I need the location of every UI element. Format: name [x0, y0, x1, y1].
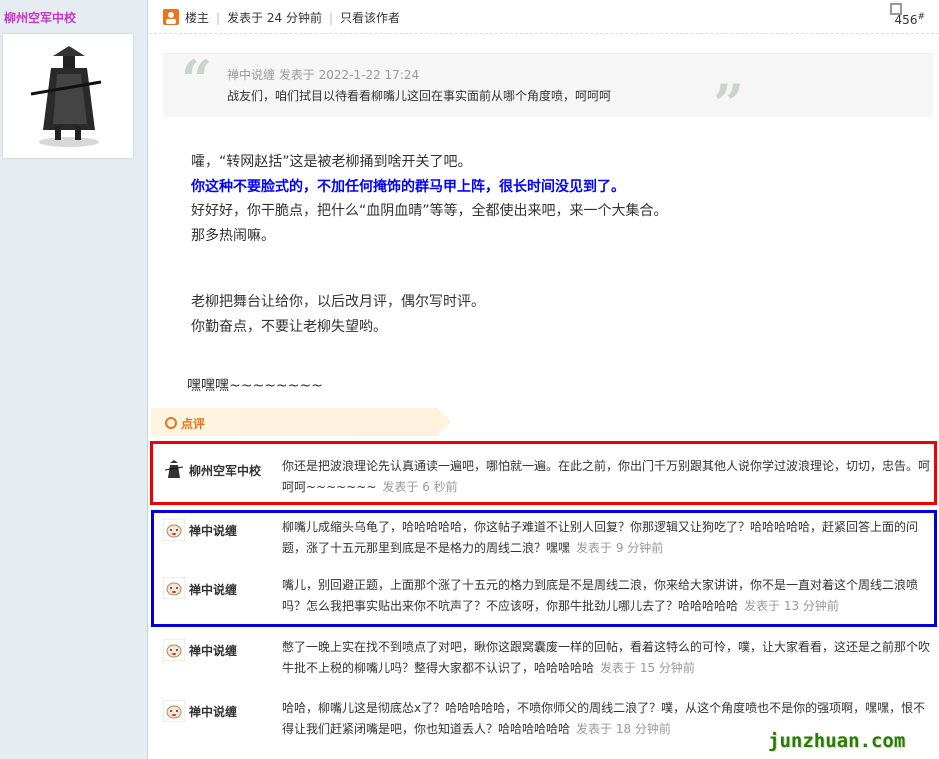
post-main: 楼主 | 发表于 24 分钟前 | 只看该作者 456# “ 禅中说缠 发表于 2022…	[149, 0, 939, 759]
louzhu-label: 楼主	[185, 11, 210, 25]
comment-avatar[interactable]	[162, 638, 186, 662]
site-watermark: junzhuan.com	[768, 730, 906, 752]
dianping-label: 点评	[181, 417, 206, 431]
author-only-link[interactable]: 只看该作者	[340, 11, 400, 25]
samurai-avatar-image	[3, 34, 133, 158]
comment-author-link[interactable]: 禅中说缠	[189, 642, 237, 659]
post-content: 嚯，“转网赵括”这是被老柳捅到啥开关了吧。 你这种不要脸式的，不加任何掩饰的群马…	[191, 150, 668, 339]
author-name-link[interactable]: 柳州空军中校	[4, 9, 76, 26]
red-highlight-box	[150, 441, 937, 505]
quote-block: “ 禅中说缠 发表于 2022-1-22 17:24 战友们，咱们拭目以待看看柳…	[163, 48, 933, 134]
louzhu-icon	[163, 9, 179, 25]
content-line: 嚯，“转网赵括”这是被老柳捅到啥开关了吧。	[191, 154, 472, 170]
content-line: 那多热闹嘛。	[191, 227, 275, 244]
content-line: 好好好，你干脆点，把什么“血阴血晴”等等，全都使出来吧，来一个大集合。	[191, 203, 668, 219]
comment-author-link[interactable]: 禅中说缠	[189, 703, 237, 720]
author-sidebar: 柳州空军中校	[0, 0, 148, 759]
quote-open-icon: “	[181, 48, 213, 112]
content-line-hehe: 嘿嘿嘿~~~~~~~~	[187, 378, 323, 394]
post-meta: 楼主 | 发表于 24 分钟前 | 只看该作者	[185, 11, 401, 25]
quote-text: 战友们，咱们拭目以待看看柳嘴儿这回在事实面前从哪个角度喷，呵呵呵	[227, 89, 612, 103]
content-line: 老柳把舞台让给你，以后改月评，偶尔写时评。	[191, 294, 485, 310]
blue-highlight-box	[151, 510, 937, 627]
comment-text: 憋了一晚上实在找不到喷点了对吧，瞅你这跟窝囊废一样的回帖，看着这特么的可怜，噗，…	[282, 640, 931, 675]
floor-number[interactable]: 456#	[895, 12, 925, 27]
post-time: 发表于 24 分钟前	[227, 11, 322, 25]
dianping-arrow	[437, 408, 451, 436]
post-header-bar: 楼主 | 发表于 24 分钟前 | 只看该作者 456#	[149, 0, 939, 34]
quote-close-icon: ”	[713, 72, 745, 136]
content-highlight-line: 你这种不要脸式的，不加任何掩饰的群马甲上阵，很长时间没见到了。	[191, 178, 625, 195]
quote-header: 禅中说缠 发表于 2022-1-22 17:24	[227, 68, 420, 82]
comment-avatar[interactable]	[162, 699, 186, 723]
dianping-circle-icon	[165, 417, 177, 429]
author-avatar[interactable]	[3, 34, 133, 158]
content-line: 你勤奋点，不要让老柳失望哟。	[191, 318, 387, 335]
dianping-bar: 点评	[151, 408, 439, 436]
